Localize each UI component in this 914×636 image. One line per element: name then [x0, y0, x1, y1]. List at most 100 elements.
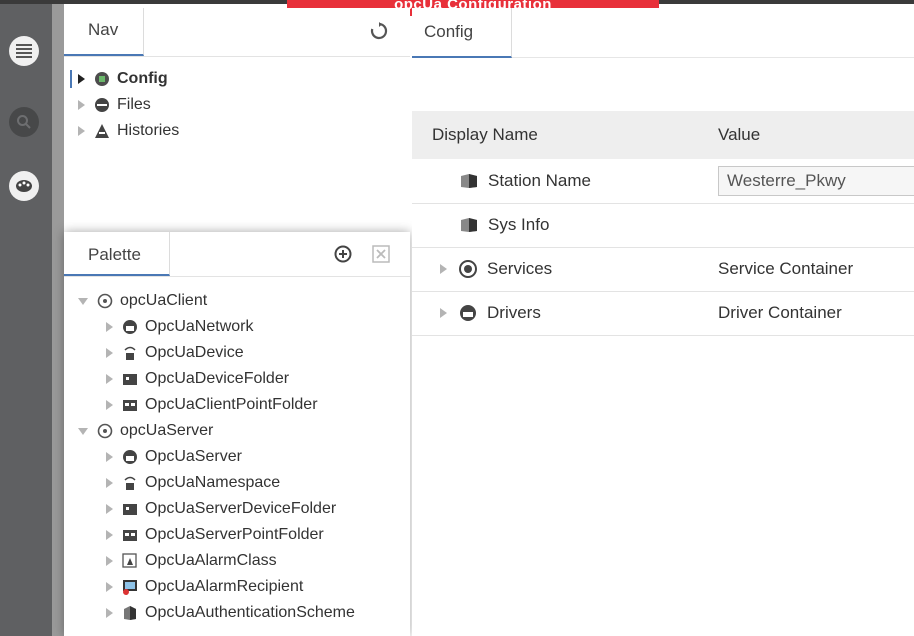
alarm-recipient-icon: [121, 578, 139, 596]
palette-item-label: OpcUaClientPointFolder: [145, 396, 318, 413]
module-icon: [96, 422, 114, 440]
close-icon[interactable]: [372, 245, 390, 268]
device-folder-icon: [121, 500, 139, 518]
services-icon: [459, 260, 477, 278]
histories-icon: [93, 122, 111, 140]
namespace-icon: [121, 474, 139, 492]
tab-palette[interactable]: Palette: [64, 232, 170, 276]
row-name: Sys Info: [488, 215, 550, 234]
expand-arrow-icon[interactable]: [78, 126, 85, 136]
palette-item[interactable]: OpcUaAuthenticationScheme: [78, 600, 410, 626]
network-icon: [121, 318, 139, 336]
palette-tree: opcUaClient OpcUaNetwork OpcUaDevice Opc…: [78, 288, 410, 626]
nav-item-files[interactable]: Files: [70, 92, 410, 118]
drivers-icon: [459, 304, 477, 322]
property-icon: [460, 172, 478, 190]
palette-item-label: OpcUaAuthenticationScheme: [145, 604, 355, 621]
column-header-value[interactable]: Value: [718, 111, 760, 159]
expand-arrow-icon[interactable]: [106, 530, 113, 540]
row-value: Driver Container: [718, 303, 842, 322]
add-icon[interactable]: [334, 245, 352, 268]
palette-item[interactable]: OpcUaServerDeviceFolder: [78, 496, 410, 522]
authentication-scheme-icon: [121, 604, 139, 622]
expand-arrow-icon[interactable]: [106, 504, 113, 514]
palette-item[interactable]: OpcUaNamespace: [78, 470, 410, 496]
nav-tree: Config Files Histories: [70, 66, 410, 144]
expand-arrow-icon[interactable]: [440, 264, 447, 274]
palette-item[interactable]: OpcUaAlarmRecipient: [78, 574, 410, 600]
palette-group-label: opcUaClient: [120, 292, 208, 309]
palette-item-label: OpcUaNetwork: [145, 318, 254, 335]
tab-config[interactable]: Config: [412, 8, 512, 58]
menu-icon[interactable]: [9, 36, 39, 66]
palette-group-opcuaclient[interactable]: opcUaClient: [78, 288, 410, 314]
palette-item[interactable]: OpcUaDevice: [78, 340, 410, 366]
expand-arrow-icon[interactable]: [106, 374, 113, 384]
palette-item-label: OpcUaDeviceFolder: [145, 370, 290, 387]
expand-arrow-icon[interactable]: [106, 322, 113, 332]
palette-tabbar: Palette: [64, 232, 410, 277]
device-icon: [121, 344, 139, 362]
expand-arrow-icon[interactable]: [78, 74, 85, 84]
row-name: Drivers: [487, 303, 541, 322]
property-sheet-header: Display Name Value: [412, 111, 914, 159]
palette-icon[interactable]: [9, 171, 39, 201]
nav-item-label: Files: [117, 96, 151, 113]
expand-arrow-icon[interactable]: [106, 452, 113, 462]
module-icon: [96, 292, 114, 310]
station-name-field[interactable]: Westerre_Pkwy: [718, 166, 914, 196]
palette-item[interactable]: OpcUaDeviceFolder: [78, 366, 410, 392]
device-folder-icon: [121, 370, 139, 388]
tab-nav[interactable]: Nav: [64, 8, 144, 56]
nav-item-histories[interactable]: Histories: [70, 118, 410, 144]
palette-item[interactable]: OpcUaAlarmClass: [78, 548, 410, 574]
palette-item-label: OpcUaDevice: [145, 344, 244, 361]
table-row[interactable]: Services Service Container: [412, 247, 914, 292]
palette-panel: Palette opcUaClient OpcUaNetwork OpcUaDe…: [64, 232, 410, 636]
point-folder-icon: [121, 396, 139, 414]
palette-group-label: opcUaServer: [120, 422, 214, 439]
expand-arrow-icon[interactable]: [106, 400, 113, 410]
selection-marker: [70, 70, 72, 88]
expand-arrow-icon[interactable]: [106, 556, 113, 566]
property-icon: [460, 216, 478, 234]
expand-arrow-icon[interactable]: [78, 100, 85, 110]
table-row[interactable]: Drivers Driver Container: [412, 291, 914, 336]
palette-item-label: OpcUaAlarmRecipient: [145, 578, 304, 595]
search-icon[interactable]: [9, 107, 39, 137]
column-header-label: Display Name: [432, 125, 538, 144]
palette-group-opcuaserver[interactable]: opcUaServer: [78, 418, 410, 444]
refresh-icon[interactable]: [370, 22, 388, 45]
tab-config-label: Config: [424, 22, 474, 41]
expand-arrow-icon[interactable]: [440, 308, 447, 318]
expand-arrow-icon[interactable]: [106, 348, 113, 358]
nav-item-config[interactable]: Config: [70, 66, 410, 92]
palette-item-label: OpcUaServerPointFolder: [145, 526, 324, 543]
expand-arrow-icon[interactable]: [106, 582, 113, 592]
expand-arrow-icon[interactable]: [106, 608, 113, 618]
config-icon: [93, 70, 111, 88]
palette-item-label: OpcUaNamespace: [145, 474, 281, 491]
config-view: Config Display Name Value Station Name W…: [412, 8, 914, 636]
palette-item[interactable]: OpcUaServerPointFolder: [78, 522, 410, 548]
collapse-arrow-icon[interactable]: [78, 297, 88, 305]
collapse-arrow-icon[interactable]: [78, 427, 88, 435]
palette-item[interactable]: OpcUaServer: [78, 444, 410, 470]
palette-item-label: OpcUaAlarmClass: [145, 552, 277, 569]
column-header-display-name[interactable]: Display Name: [432, 111, 538, 159]
table-row[interactable]: Station Name Westerre_Pkwy: [412, 159, 914, 204]
nav-item-label: Histories: [117, 122, 180, 139]
tab-nav-label: Nav: [88, 20, 119, 39]
nav-tabbar: Nav: [64, 8, 410, 57]
row-name: Services: [487, 259, 553, 278]
alarm-class-icon: [121, 552, 139, 570]
palette-item[interactable]: OpcUaClientPointFolder: [78, 392, 410, 418]
point-folder-icon: [121, 526, 139, 544]
station-name-value: Westerre_Pkwy: [727, 171, 846, 190]
table-row[interactable]: Sys Info: [412, 203, 914, 248]
expand-arrow-icon[interactable]: [106, 478, 113, 488]
palette-item-label: OpcUaServer: [145, 448, 242, 465]
row-value: Service Container: [718, 259, 854, 278]
main-tabbar: [512, 8, 914, 58]
palette-item[interactable]: OpcUaNetwork: [78, 314, 410, 340]
